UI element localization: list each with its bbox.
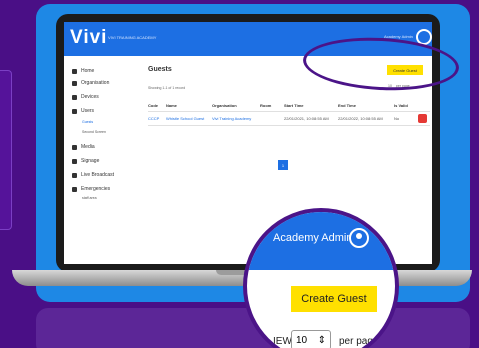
guests-table: Code Name Organisation Room Start Time E… (148, 100, 430, 126)
table-row[interactable]: CCCP Whistle School Guest Vivi Training … (148, 112, 430, 126)
zoom-per-page-select[interactable]: 10 ⇕ (291, 330, 331, 348)
left-decorative-panel (0, 70, 12, 230)
zoom-admin-name[interactable]: Academy Admin (273, 232, 352, 244)
media-icon (72, 144, 77, 150)
broadcast-icon (72, 172, 77, 178)
sidebar-item-devices[interactable]: Devices (72, 94, 99, 100)
zoom-per-page-label: per pag (339, 336, 373, 347)
sidebar-item-live-broadcast[interactable]: Live Broadcast (72, 172, 114, 178)
pagination-page[interactable]: 1 (278, 160, 288, 170)
sidebar-item-users[interactable]: Users (72, 108, 94, 114)
zoom-circle: Academy Admin Create Guest IEW 10 ⇕ per p… (243, 208, 399, 348)
signage-icon (72, 158, 77, 164)
app-title: VIVI TRAINING ACADEMY (108, 35, 157, 40)
zoom-user-avatar-icon[interactable] (349, 228, 369, 248)
zoom-view-label: IEW (273, 336, 292, 347)
zoom-header-bar: Academy Admin (247, 212, 395, 270)
delete-button[interactable] (418, 114, 427, 123)
sidebar-subitem-guests[interactable]: Guests (82, 120, 93, 124)
record-count: Showing 1-1 of 1 record (148, 86, 186, 90)
sidebar-item-emergencies[interactable]: Emergencies (72, 186, 110, 192)
home-icon (72, 68, 77, 74)
chevron-updown-icon: ⇕ (317, 334, 326, 346)
sidebar-item-organisation[interactable]: Organisation (72, 80, 109, 86)
page-title: Guests (148, 66, 172, 73)
sidebar-item-signage[interactable]: Signage (72, 158, 99, 164)
emergency-icon (72, 186, 77, 192)
organisation-icon (72, 80, 77, 86)
app-logo[interactable]: Vivi (70, 27, 107, 49)
devices-icon (72, 94, 77, 100)
sidebar-item-home[interactable]: Home (72, 68, 94, 74)
sidebar: Home Organisation Devices Users Guests S… (64, 56, 142, 264)
sidebar-subitem-staff-area[interactable]: staff area (82, 196, 97, 200)
users-icon (72, 108, 77, 114)
zoom-create-guest-button[interactable]: Create Guest (291, 286, 377, 312)
table-header: Code Name Organisation Room Start Time E… (148, 100, 430, 112)
sidebar-item-media[interactable]: Media (72, 144, 95, 150)
sidebar-subitem-second-screen[interactable]: Second Screen (82, 130, 106, 134)
